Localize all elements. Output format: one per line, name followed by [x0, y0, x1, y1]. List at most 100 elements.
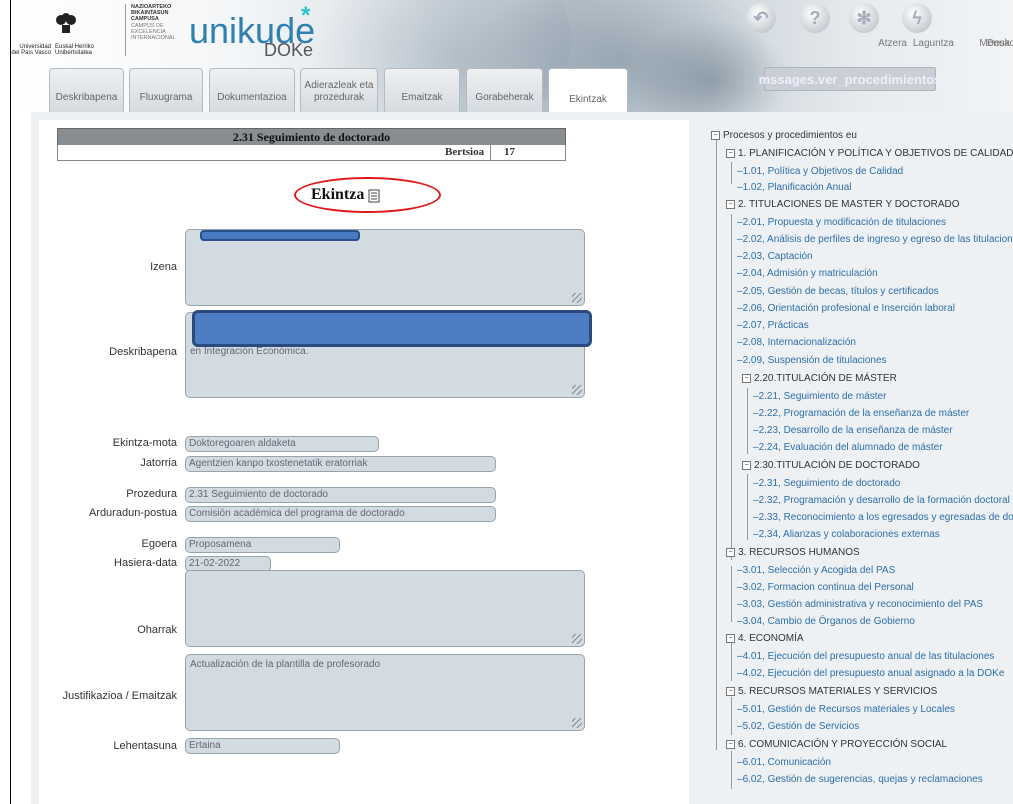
collapse-icon[interactable]: −: [726, 634, 735, 643]
procedures-button[interactable]: mssages.ver_procedimientos: [759, 67, 941, 91]
tree-node-2[interactable]: −2. TITULACIONES DE MASTER Y DOCTORADO: [726, 199, 960, 211]
redaction-box: [200, 230, 360, 241]
jatorria-label: Jatorria: [140, 457, 177, 469]
tree-leaf-2-21[interactable]: –2.21, Seguimiento de máster: [753, 391, 886, 403]
tree-leaf-2-03[interactable]: –2.03, Captación: [737, 251, 813, 263]
egoera-field[interactable]: Proposamena: [185, 537, 340, 553]
version-value: 17: [504, 146, 515, 158]
tab-emaitzak[interactable]: Emaitzak: [384, 68, 460, 112]
tree-leaf-2-23[interactable]: –2.23, Desarrollo de la enseñanza de más…: [753, 425, 953, 437]
tree-leaf-3-01[interactable]: –3.01, Selección y Acogida del PAS: [737, 565, 895, 577]
tree-leaf-2-06[interactable]: –2.06, Orientación profesional e Inserci…: [737, 303, 955, 315]
tree-leaf-5-02[interactable]: –5.02, Gestión de Servicios: [737, 721, 859, 733]
tree-leaf-2-04[interactable]: –2.04, Admisión y matriculación: [737, 268, 878, 280]
jatorria-field[interactable]: Agentzien kanpo txostenetatik eratorriak: [185, 456, 496, 472]
header: Universidad del País Vasco Euskal Herrik…: [11, 0, 1013, 112]
tree-leaf-1-01[interactable]: –1.01, Política y Objetivos de Calidad: [737, 166, 903, 178]
tab-adierazleak[interactable]: Adierazleak eta prozedurak: [300, 68, 378, 112]
collapse-icon[interactable]: −: [726, 740, 735, 749]
ekintza-mota-label: Ekintza-mota: [112, 437, 177, 449]
logo-divider: [125, 4, 126, 56]
tree-leaf-2-31[interactable]: –2.31, Seguimiento de doctorado: [753, 478, 900, 490]
tree-leaf-2-07[interactable]: –2.07, Prácticas: [737, 320, 809, 332]
egoera-label: Egoera: [141, 538, 177, 550]
app-frame: Universidad del País Vasco Euskal Herrik…: [10, 0, 1013, 804]
top-toolbar: ↶ Atzera ? Laguntza ✻ Menua ϟ Deskonekta…: [741, 3, 1013, 53]
tree-root[interactable]: − Procesos y procedimientos eu: [711, 130, 857, 142]
help-icon: ?: [809, 7, 821, 28]
tab-ekintzak[interactable]: Ekintzak: [548, 68, 628, 112]
justifikazioa-text: Actualización de la plantilla de profeso…: [190, 659, 381, 670]
campus-excellence-es: CAMPUS DE EXCELENCIA INTERNACIONAL: [131, 23, 176, 41]
tree-leaf-3-03[interactable]: –3.03, Gestión administrativa y reconoci…: [737, 599, 983, 611]
tree-leaf-1-02[interactable]: –1.02, Planificación Anual: [737, 182, 852, 194]
collapse-icon[interactable]: −: [726, 200, 735, 209]
tree-node-6[interactable]: −6. COMUNICACIÓN Y PROYECCIÓN SOCIAL: [726, 739, 947, 751]
tree-leaf-3-02[interactable]: –3.02, Formacion continua del Personal: [737, 582, 914, 594]
collapse-icon[interactable]: −: [726, 149, 735, 158]
resize-grip-icon[interactable]: [572, 293, 582, 303]
tree-node-1[interactable]: −1. PLANIFICACIÓN Y POLÍTICA Y OBJETIVOS…: [726, 148, 1013, 160]
tab-fluxugrama[interactable]: Fluxugrama: [129, 68, 203, 112]
tab-deskribapena[interactable]: Deskribapena: [49, 68, 124, 112]
menu-button[interactable]: ✻ Menua: [844, 3, 1010, 49]
tree-leaf-2-08[interactable]: –2.08, Internacionalización: [737, 337, 856, 349]
tree-leaf-2-32[interactable]: –2.32, Programación y desarrollo de la f…: [753, 495, 1010, 507]
collapse-icon[interactable]: −: [711, 131, 720, 140]
back-button[interactable]: ↶ Atzera: [741, 3, 907, 49]
tree-node-4[interactable]: −4. ECONOMÍA: [726, 633, 804, 645]
tree-node-2-30[interactable]: −2.30.TITULACIÓN DE DOCTORADO: [742, 460, 920, 472]
prozedura-field[interactable]: 2.31 Seguimiento de doctorado: [185, 487, 496, 503]
campus-excellence-eu: NAZIOARTEKO BIKAINTASUN CAMPUSA: [131, 4, 172, 22]
tree-leaf-4-01[interactable]: –4.01, Ejecución del presupuesto anual d…: [737, 651, 994, 663]
tree-leaf-2-02[interactable]: –2.02, Análisis de perfiles de ingreso y…: [737, 234, 1013, 246]
tree-leaf-6-01[interactable]: –6.01, Comunicación: [737, 757, 831, 769]
back-arrow-icon: ↶: [753, 7, 769, 28]
tree-leaf-2-01[interactable]: –2.01, Propuesta y modificación de titul…: [737, 217, 946, 229]
collapse-icon[interactable]: −: [726, 548, 735, 557]
menu-asterisk-icon: ✻: [856, 7, 872, 28]
oharrak-textarea[interactable]: [185, 570, 585, 647]
tree-leaf-2-22[interactable]: –2.22, Programación de la enseñanza de m…: [753, 408, 969, 420]
tree-leaf-2-05[interactable]: –2.05, Gestión de becas, títulos y certi…: [737, 286, 939, 298]
tree-leaf-3-04[interactable]: –3.04, Cambio de Órganos de Gobierno: [737, 616, 915, 628]
collapse-icon[interactable]: −: [726, 687, 735, 696]
disconnect-button[interactable]: ϟ Deskonektatu: [882, 3, 1013, 49]
tree-node-5[interactable]: −5. RECURSOS MATERIALES Y SERVICIOS: [726, 686, 937, 698]
tree-leaf-2-24[interactable]: –2.24, Evaluación del alumnado de máster: [753, 442, 943, 454]
highlight-ellipse: [294, 177, 441, 213]
tab-gorabeherak[interactable]: Gorabeherak: [466, 68, 543, 112]
collapse-icon[interactable]: −: [742, 374, 751, 383]
izena-label: Izena: [150, 261, 177, 273]
arduradun-field[interactable]: Comisión académica del programa de docto…: [185, 506, 496, 522]
disconnect-label: Deskonektatu: [986, 38, 1013, 49]
lehentasuna-field[interactable]: Ertaina: [185, 738, 340, 754]
tree-leaf-6-02[interactable]: –6.02, Gestión de sugerencias, quejas y …: [737, 774, 983, 786]
oharrak-label: Oharrak: [137, 624, 177, 636]
lehentasuna-label: Lehentasuna: [113, 740, 177, 752]
brand-subname: DOKe: [264, 40, 314, 60]
tree-leaf-2-09[interactable]: –2.09, Suspensión de titulaciones: [737, 355, 887, 367]
tree-node-3[interactable]: −3. RECURSOS HUMANOS: [726, 547, 860, 559]
version-label: Bertsioa: [445, 146, 485, 158]
tree-leaf-2-33[interactable]: –2.33, Reconocimiento a los egresados y …: [753, 512, 1013, 524]
tree-leaf-5-01[interactable]: –5.01, Gestión de Recursos materiales y …: [737, 704, 955, 716]
collapse-icon[interactable]: −: [742, 461, 751, 470]
resize-grip-icon[interactable]: [572, 634, 582, 644]
disconnect-bolt-icon: ϟ: [912, 7, 922, 28]
tree-leaf-4-02[interactable]: –4.02, Ejecución del presupuesto anual a…: [737, 668, 1004, 680]
resize-grip-icon[interactable]: [572, 718, 582, 728]
procedures-tree: − Procesos y procedimientos eu −1. PLANIF…: [711, 126, 1013, 804]
tree-leaf-2-34[interactable]: –2.34, Alianzas y colaboraciones externa…: [753, 529, 940, 541]
ekintza-mota-field[interactable]: Doktoregoaren aldaketa: [185, 436, 379, 452]
help-button[interactable]: ? Laguntza: [788, 3, 954, 49]
university-name-es: Universidad del País Vasco: [11, 44, 51, 57]
justifikazioa-label: Justifikazioa / Emaitzak: [62, 690, 177, 702]
brand-asterisk-icon: *: [301, 2, 311, 29]
justifikazioa-textarea[interactable]: Actualización de la plantilla de profeso…: [185, 654, 585, 731]
tab-dokumentazioa[interactable]: Dokumentazioa: [209, 68, 295, 112]
university-name-eu: Euskal Herriko Unibertsitatea: [55, 44, 95, 57]
tree-node-2-20[interactable]: −2.20.TITULACIÓN DE MÁSTER: [742, 373, 897, 385]
resize-grip-icon[interactable]: [572, 385, 582, 395]
university-tree-logo-icon: [56, 13, 76, 33]
